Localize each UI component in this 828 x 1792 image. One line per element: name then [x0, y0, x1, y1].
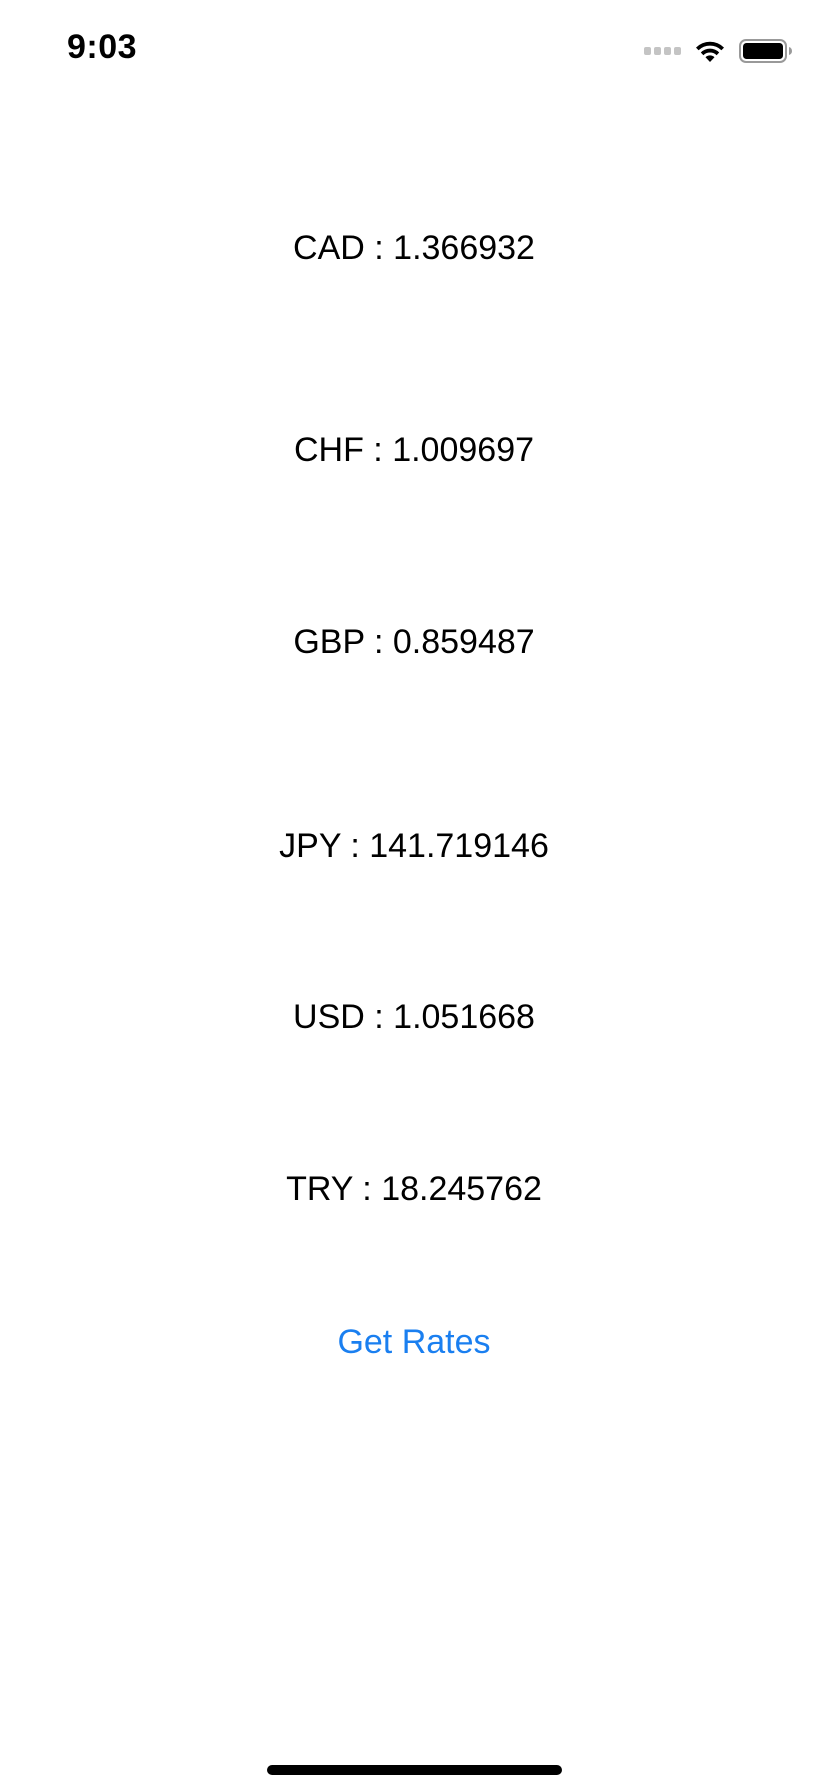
home-indicator[interactable] — [267, 1765, 562, 1775]
rate-usd: USD : 1.051668 — [293, 998, 535, 1036]
rate-jpy: JPY : 141.719146 — [279, 827, 549, 865]
rate-gbp: GBP : 0.859487 — [293, 623, 535, 661]
cellular-signal-icon — [644, 47, 681, 55]
battery-icon — [739, 39, 792, 63]
status-icons — [644, 36, 793, 66]
rate-cad: CAD : 1.366932 — [293, 229, 535, 267]
get-rates-button[interactable]: Get Rates — [314, 1320, 514, 1364]
app-screen: 9:03 CAD : 1.366932 CHF : 1.009697 GBP :… — [0, 0, 828, 1792]
rate-try: TRY : 18.245762 — [286, 1170, 542, 1208]
wifi-icon — [696, 41, 724, 62]
rate-chf: CHF : 1.009697 — [293, 431, 535, 469]
status-time: 9:03 — [67, 28, 138, 66]
